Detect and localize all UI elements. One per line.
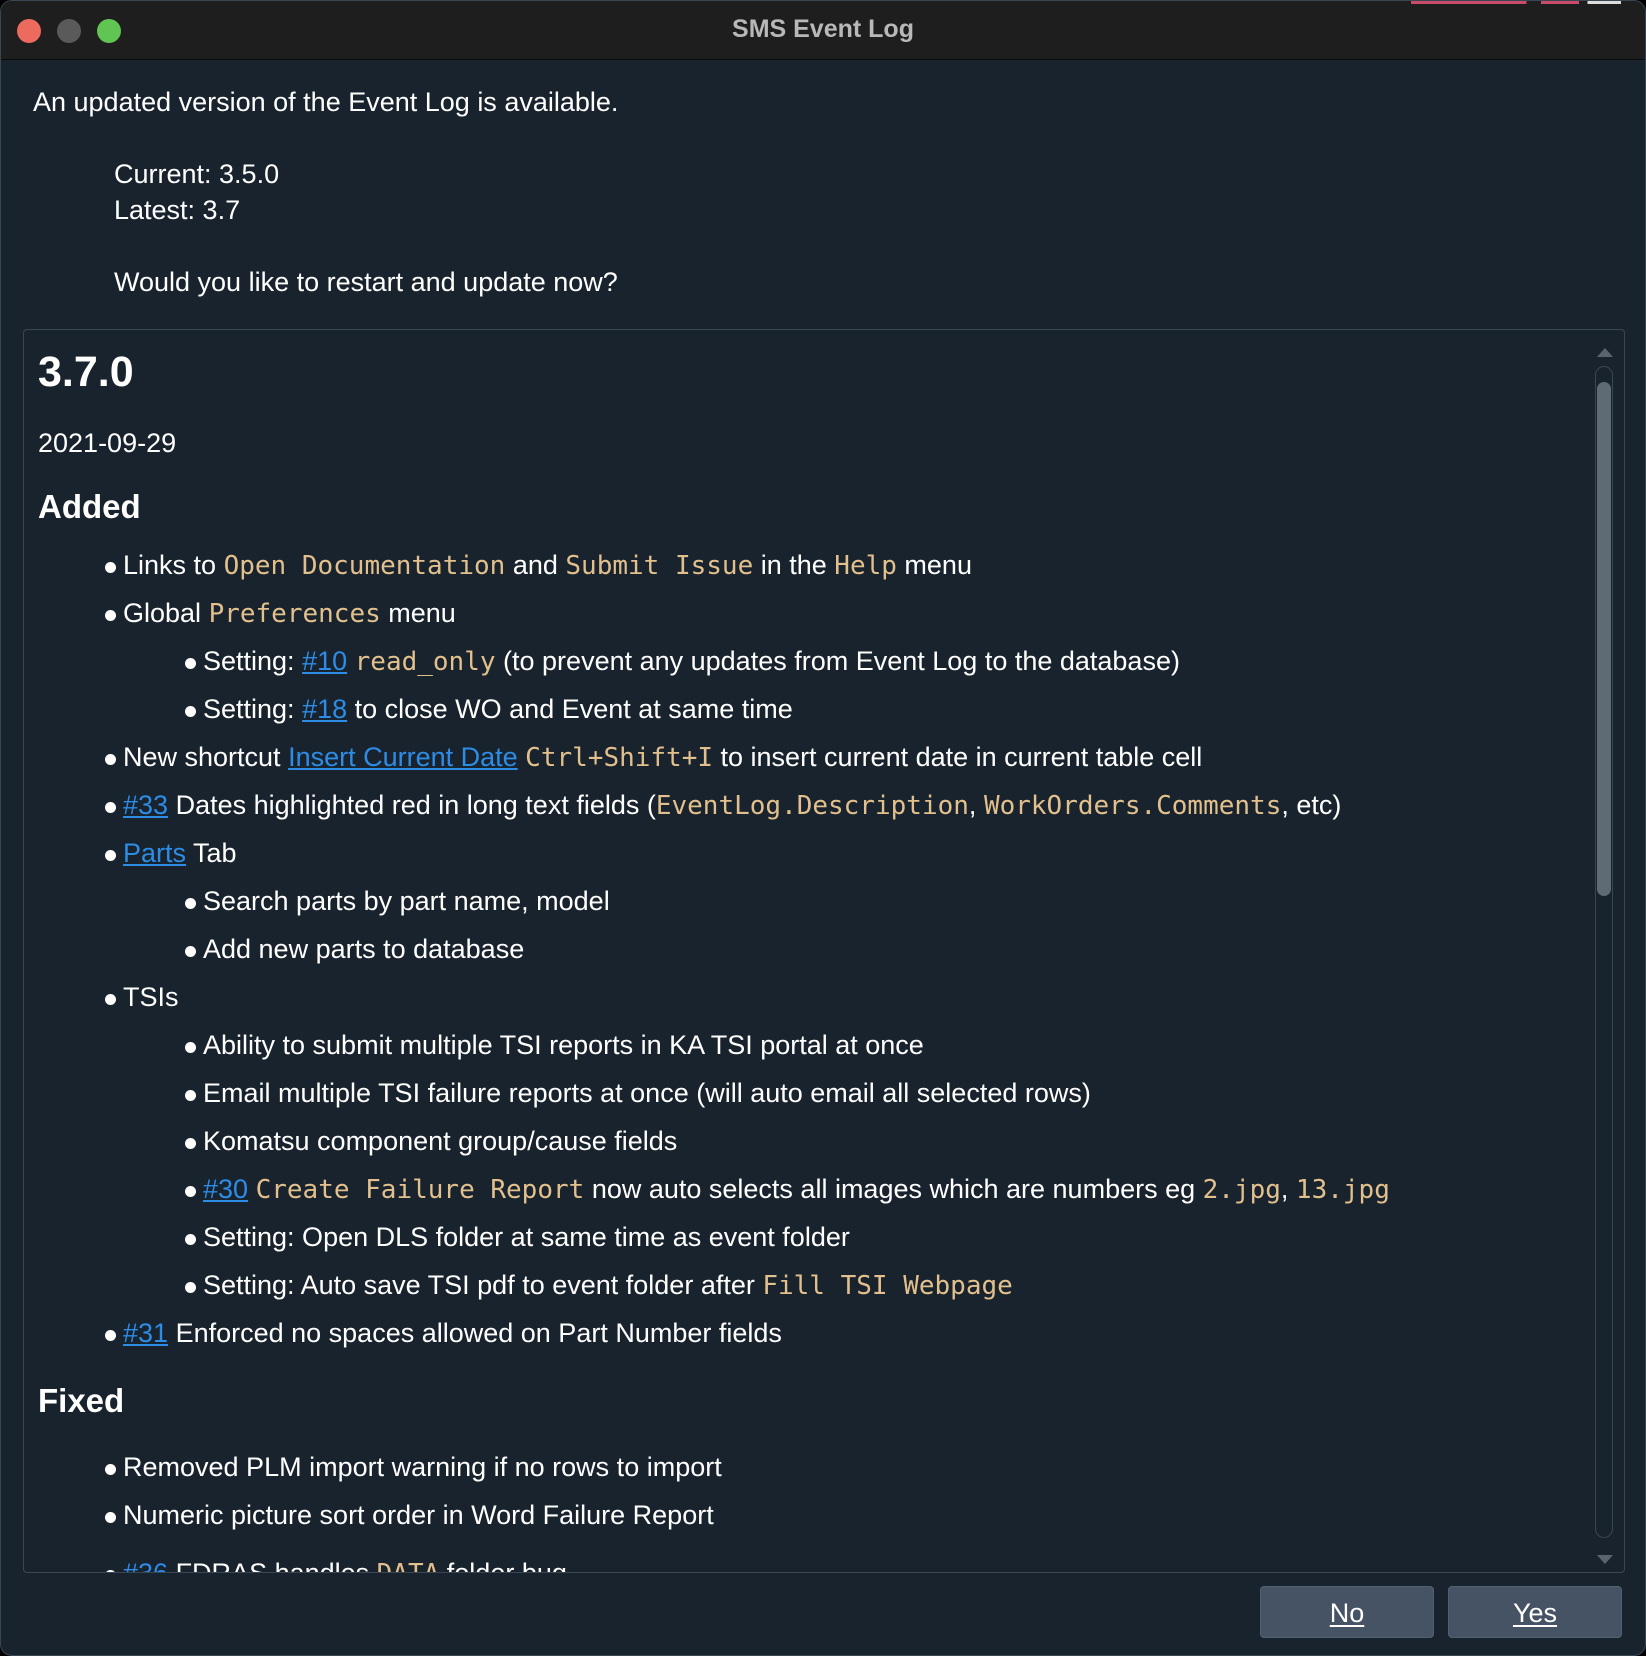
bullet-icon	[185, 1090, 196, 1101]
code-shortcut: Ctrl+Shift+I	[525, 743, 714, 773]
bullet-icon	[185, 1186, 196, 1197]
code-2-jpg: 2.jpg	[1202, 1175, 1281, 1205]
code-fill-tsi-webpage: Fill TSI Webpage	[762, 1271, 1013, 1301]
list-item: Parts Tab	[105, 838, 237, 869]
window-title: SMS Event Log	[732, 15, 914, 43]
list-item: Ability to submit multiple TSI reports i…	[185, 1030, 924, 1061]
release-date: 2021-09-29	[38, 428, 177, 458]
issue-link-36[interactable]: #36	[123, 1558, 168, 1572]
bullet-icon	[185, 1042, 196, 1053]
bullet-icon	[185, 1282, 196, 1293]
issue-link-30[interactable]: #30	[203, 1174, 248, 1204]
bullet-icon	[105, 562, 116, 573]
list-item: #31 Enforced no spaces allowed on Part N…	[105, 1318, 782, 1349]
list-item: Setting: #18 to close WO and Event at sa…	[185, 694, 793, 725]
code-13-jpg: 13.jpg	[1295, 1175, 1390, 1205]
insert-current-date-link[interactable]: Insert Current Date	[288, 742, 518, 772]
title-bar: SMS Event Log	[1, 1, 1645, 60]
list-item: #33 Dates highlighted red in long text f…	[105, 790, 1341, 821]
list-item: TSIs	[105, 982, 179, 1013]
code-submit-issue: Submit Issue	[565, 551, 754, 581]
bullet-icon	[185, 1234, 196, 1245]
no-button[interactable]: No	[1260, 1586, 1434, 1638]
bullet-icon	[185, 706, 196, 717]
bullet-icon	[105, 994, 116, 1005]
list-item: Numeric picture sort order in Word Failu…	[105, 1500, 714, 1531]
restart-question: Would you like to restart and update now…	[114, 267, 618, 297]
bullet-icon	[185, 658, 196, 669]
release-version-heading: 3.7.0	[38, 348, 134, 396]
code-data: DATA	[377, 1559, 440, 1572]
parts-link[interactable]: Parts	[123, 838, 186, 868]
bullet-icon	[105, 802, 116, 813]
update-available-message: An updated version of the Event Log is a…	[33, 87, 619, 117]
bullet-icon	[185, 1138, 196, 1149]
bullet-icon	[185, 898, 196, 909]
issue-link-10[interactable]: #10	[302, 646, 347, 676]
current-version-label: Current: 3.5.0	[114, 159, 280, 189]
scroll-down-arrow-icon[interactable]	[1597, 1555, 1613, 1564]
added-section-heading: Added	[38, 488, 141, 525]
list-item: Links to Open Documentation and Submit I…	[105, 550, 972, 581]
release-notes-scrollbar[interactable]	[1594, 344, 1616, 1570]
bullet-icon	[105, 610, 116, 621]
yes-button[interactable]: Yes	[1448, 1586, 1622, 1638]
latest-version-label: Latest: 3.7	[114, 195, 241, 225]
code-eventlog-description: EventLog.Description	[655, 791, 969, 821]
list-item: Setting: Open DLS folder at same time as…	[185, 1222, 850, 1253]
list-item: #30 Create Failure Report now auto selec…	[185, 1174, 1390, 1205]
bullet-icon	[185, 946, 196, 957]
issue-link-31[interactable]: #31	[123, 1318, 168, 1348]
background-window-edge	[1411, 1, 1621, 4]
code-open-documentation: Open Documentation	[223, 551, 506, 581]
update-dialog-window: SMS Event Log An updated version of the …	[0, 0, 1646, 1656]
list-item: Setting: #10 read_only (to prevent any u…	[185, 646, 1180, 677]
bullet-icon	[105, 850, 116, 861]
issue-link-33[interactable]: #33	[123, 790, 168, 820]
list-item: Komatsu component group/cause fields	[185, 1126, 677, 1157]
code-help: Help	[834, 551, 897, 581]
scroll-up-arrow-icon[interactable]	[1597, 348, 1613, 357]
list-item: Setting: Auto save TSI pdf to event fold…	[185, 1270, 1013, 1301]
code-create-failure-report: Create Failure Report	[255, 1175, 585, 1205]
bullet-icon	[105, 754, 116, 765]
code-preferences: Preferences	[208, 599, 381, 629]
list-item: #36 FDRAS handles DATA folder bug	[105, 1558, 567, 1572]
release-notes-panel[interactable]: 3.7.0 2021-09-29 Added Links to Open Doc…	[23, 329, 1625, 1573]
bullet-icon	[105, 1464, 116, 1475]
list-item: Global Preferences menu	[105, 598, 456, 629]
list-item: New shortcut Insert Current Date Ctrl+Sh…	[105, 742, 1202, 773]
code-workorders-comments: WorkOrders.Comments	[983, 791, 1282, 821]
list-item: Removed PLM import warning if no rows to…	[105, 1452, 722, 1483]
issue-link-18[interactable]: #18	[302, 694, 347, 724]
scroll-thumb[interactable]	[1597, 382, 1611, 896]
bullet-icon	[105, 1330, 116, 1341]
list-item: Add new parts to database	[185, 934, 524, 965]
list-item: Search parts by part name, model	[185, 886, 610, 917]
bullet-icon	[105, 1512, 116, 1523]
list-item: Email multiple TSI failure reports at on…	[185, 1078, 1091, 1109]
bullet-icon	[105, 1570, 116, 1572]
fixed-section-heading: Fixed	[38, 1382, 125, 1419]
code-read-only: read_only	[354, 647, 496, 677]
